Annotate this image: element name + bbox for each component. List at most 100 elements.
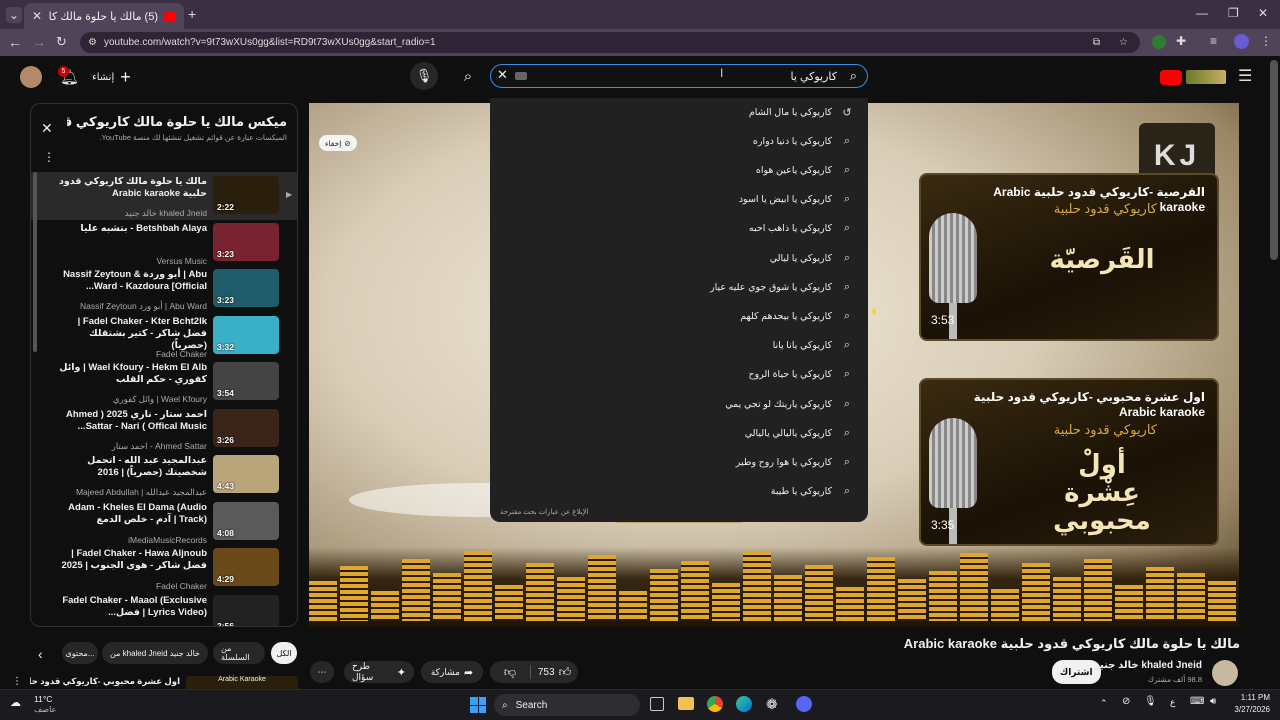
- playlist-item[interactable]: 3:23 Abu | أبو وردة & Nassif Zeytoun Ward…: [37, 269, 293, 316]
- clock-date[interactable]: 3/27/2026: [1226, 705, 1270, 714]
- playlist-item-thumbnail[interactable]: 3:56: [213, 594, 279, 626]
- search-suggestion[interactable]: ⌕ كاريوكي يا هوا روح وطير: [736, 452, 854, 472]
- app-icon[interactable]: ❁: [766, 696, 778, 713]
- window-close-button[interactable]: ✕: [1258, 6, 1268, 20]
- dislike-button[interactable]: 👎︎: [490, 665, 530, 680]
- media-control-icon[interactable]: ≡: [1210, 34, 1217, 48]
- playlist-item-thumbnail[interactable]: 3:23: [213, 222, 279, 261]
- extension-icon[interactable]: [1152, 35, 1166, 49]
- playlist-item[interactable]: 4:08 Adam - Kheles El Dama (Audio Track) …: [37, 501, 293, 549]
- search-suggestion[interactable]: ⌕ كاريوكي ياليالي ياليالي: [745, 423, 854, 443]
- playlist-item[interactable]: 4:43 عبدالمجيد عبد الله - اتحمل شخصيتك (ح…: [37, 455, 293, 502]
- chip-all[interactable]: الكل: [271, 642, 297, 664]
- playlist-more-icon[interactable]: ⋮: [43, 150, 55, 164]
- playlist-item-thumbnail[interactable]: 3:23: [213, 269, 279, 307]
- playlist-item-thumbnail[interactable]: 3:26: [213, 408, 279, 447]
- input-language[interactable]: ع: [1170, 697, 1175, 708]
- search-suggestion[interactable]: ⌕ كاريوكي يا حياة الروح: [748, 365, 854, 385]
- clock-time[interactable]: 1:11 PM: [1226, 693, 1270, 702]
- voice-search-mic-icon[interactable]: 🎙︎: [410, 62, 438, 90]
- tab-list-button[interactable]: ⌄: [6, 7, 22, 23]
- playlist-item[interactable]: 4:29 Fadel Chaker - Hawa Aljnoub | فضل شا…: [37, 548, 293, 595]
- playlist-item-thumbnail[interactable]: 3:54: [213, 362, 279, 400]
- search-suggestion[interactable]: ⌕ كاريوكي ياريتك لو تجي يمي: [725, 394, 854, 414]
- playlist-item-thumbnail[interactable]: 4:43: [213, 455, 279, 493]
- profile-avatar[interactable]: [1234, 34, 1249, 49]
- close-playlist-icon[interactable]: ✕: [41, 120, 53, 137]
- search-suggestion[interactable]: ⌕ كاريوكي يانا يانا: [773, 336, 854, 356]
- new-tab-button[interactable]: +: [188, 6, 196, 22]
- windows-start-icon[interactable]: [470, 697, 486, 713]
- site-info-icon[interactable]: ⚙: [88, 32, 97, 53]
- search-suggestion[interactable]: ⌕ كاريوكي يا شوق جوي عليه عيار: [710, 277, 854, 297]
- playlist-item[interactable]: 3:32 Fadel Chaker - Kter Bcht2lk | فضل شا…: [37, 315, 293, 363]
- youtube-logo[interactable]: [1160, 68, 1228, 86]
- more-actions-button[interactable]: ⋯: [310, 661, 334, 683]
- keyboard-icon[interactable]: [515, 72, 527, 80]
- search-suggestion[interactable]: ⌕ كاريوكي ياعين هواه: [756, 160, 854, 180]
- bookmark-star-icon[interactable]: ☆: [1119, 32, 1128, 53]
- chip-from-series[interactable]: من السلسلة: [213, 642, 265, 664]
- playlist-item[interactable]: 2:22 مالك يا حلوة مالك كاريوكي قدود حلبية…: [37, 176, 293, 223]
- next-video-more-icon[interactable]: ⋮: [12, 676, 22, 687]
- extensions-puzzle-icon[interactable]: ✚: [1176, 34, 1186, 48]
- maximize-button[interactable]: ❐: [1228, 6, 1239, 20]
- search-suggestion[interactable]: ⌕ كاريوكي يا دنيا دواره: [753, 131, 854, 151]
- search-suggestion[interactable]: ↺ كاريوكي يا مال الشام: [749, 102, 854, 122]
- edge-icon[interactable]: [736, 696, 752, 712]
- search-submit-icon[interactable]: ⌕: [456, 64, 480, 88]
- chips-scroll-left-icon[interactable]: ‹: [38, 646, 43, 662]
- search-suggestion[interactable]: ⌕ كاريوكي يا ليالي: [770, 248, 854, 268]
- chip-from-channel[interactable]: من khaled Jneid خالد جنيد: [102, 642, 208, 664]
- guide-menu-icon[interactable]: ☰: [1238, 66, 1252, 86]
- search-suggestion[interactable]: ⌕ كاريوكي يا طيبة: [771, 482, 854, 502]
- taskbar-search-box[interactable]: ⌕ Search: [494, 694, 640, 716]
- playlist-item[interactable]: 3:56 Fadel Chaker - Maaol (Exclusive Lyri…: [37, 594, 293, 626]
- browser-tab-active[interactable]: (5) مالك يا حلوة مالك كاريوكي قد ✕: [24, 3, 184, 29]
- network-icon[interactable]: ⌨: [1190, 696, 1204, 707]
- ask-question-button[interactable]: طرح سؤال ✦: [344, 661, 414, 683]
- install-app-icon[interactable]: ⧉: [1093, 32, 1100, 53]
- playlist-item[interactable]: 3:26 احمد ستار - ناري 2025 ( Ahmed Sattar…: [37, 408, 293, 456]
- volume-icon[interactable]: 🔊︎: [1210, 696, 1216, 707]
- playlist-item[interactable]: 3:23 Betshbah Alaya - بتشبه عليا Versus Mu…: [37, 222, 293, 270]
- subscribe-button[interactable]: اشتراك: [1052, 660, 1101, 684]
- forward-icon[interactable]: →: [32, 34, 46, 50]
- share-button[interactable]: مشاركة ➦: [421, 661, 483, 683]
- discord-icon[interactable]: [796, 696, 812, 712]
- channel-name[interactable]: khaled Jneid خالد جنيد: [1094, 660, 1202, 671]
- search-input[interactable]: ✕ كاريوكي يا ⌕: [490, 64, 868, 88]
- playlist-item-thumbnail[interactable]: 4:08: [213, 501, 279, 540]
- tray-app-icon[interactable]: ⊘: [1122, 696, 1130, 707]
- playlist-item-thumbnail[interactable]: 4:29: [213, 548, 279, 586]
- search-suggestion[interactable]: ⌕ كاريوكي يا بيحدهم كلهم: [740, 306, 854, 326]
- page-scrollbar[interactable]: [1270, 60, 1278, 260]
- reload-icon[interactable]: ↻: [56, 34, 67, 50]
- channel-avatar[interactable]: [1212, 660, 1238, 686]
- playlist-item[interactable]: 3:54 Wael Kfoury - Hekm El Alb | وائل كفو…: [37, 362, 293, 409]
- playlist-item-thumbnail[interactable]: 3:32: [213, 315, 279, 354]
- playlist-item-thumbnail[interactable]: 2:22: [213, 176, 279, 214]
- account-avatar[interactable]: [20, 66, 42, 88]
- next-video-title[interactable]: اول عشرة محبوبي -كاريوكي قدود حلبية: [30, 676, 180, 687]
- search-suggestion[interactable]: ⌕ كاريوكي يا ابيض يا اسود: [739, 190, 854, 210]
- end-screen-video-card[interactable]: القرصية -كاريوكي قدود حلبية Arabic karao…: [919, 173, 1219, 341]
- end-screen-video-card[interactable]: اول عشرة محبوبي -كاريوكي قدود حلبية Arab…: [919, 378, 1219, 546]
- browser-menu-icon[interactable]: ⋮: [1260, 34, 1272, 48]
- tray-overflow-icon[interactable]: ⌃: [1100, 698, 1108, 709]
- back-icon[interactable]: ←: [8, 34, 22, 50]
- minimize-button[interactable]: —: [1196, 6, 1208, 20]
- microphone-tray-icon[interactable]: 🎙︎: [1144, 696, 1157, 707]
- like-button[interactable]: 753 👍︎: [531, 665, 578, 680]
- file-explorer-icon[interactable]: [678, 697, 694, 710]
- address-bar[interactable]: ⚙ youtube.com/watch?v=9t73wXUs0gg&list=R…: [80, 32, 1140, 53]
- task-view-icon[interactable]: [650, 697, 664, 711]
- clear-search-icon[interactable]: ✕: [497, 67, 508, 83]
- tab-close-icon[interactable]: ✕: [32, 9, 42, 23]
- search-suggestion[interactable]: ⌕ كاريوكي يا ذاهب احبه: [749, 219, 854, 239]
- report-suggestions-link[interactable]: الإبلاغ عن عبارات بحث مقترحة: [500, 508, 589, 516]
- chip-content[interactable]: محتوى...: [62, 642, 98, 664]
- chrome-icon[interactable]: [707, 696, 723, 712]
- weather-icon[interactable]: ☁: [10, 696, 21, 709]
- next-video-thumbnail[interactable]: Arabic Karaoke: [186, 676, 298, 689]
